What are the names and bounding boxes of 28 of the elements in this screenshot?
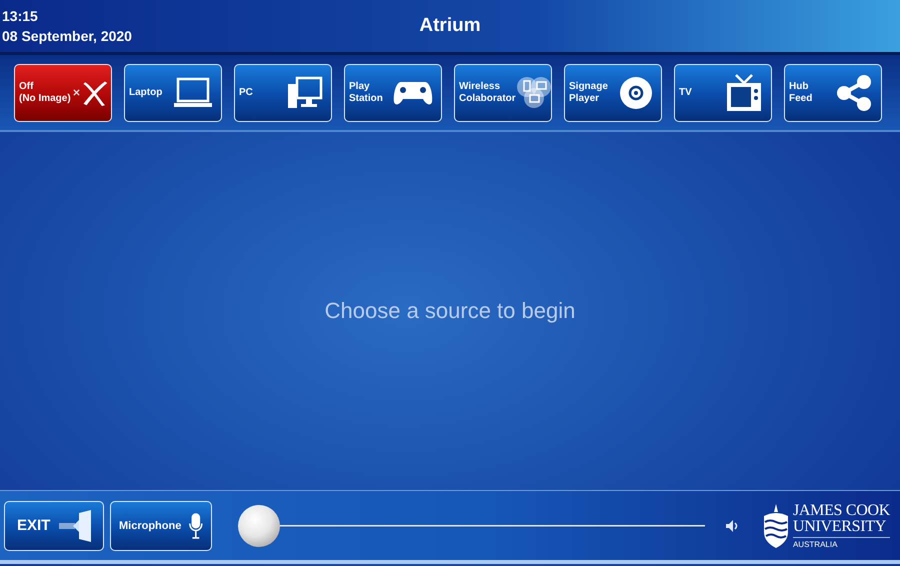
devices-cloud-icon xyxy=(516,76,552,110)
lighthouse-shield-icon xyxy=(762,504,789,548)
gamepad-icon xyxy=(393,80,433,106)
room-title: Atrium xyxy=(419,14,481,37)
time-text: 13:15 xyxy=(2,8,39,24)
logo-text: UNIVERSITY xyxy=(792,518,887,534)
desktop-computer-icon xyxy=(287,76,323,110)
source-button[interactable]: TV xyxy=(674,64,772,122)
microphone-button[interactable]: Microphone xyxy=(110,500,212,550)
source-button[interactable]: Wireless Colaborator xyxy=(454,64,552,122)
slider-thumb[interactable] xyxy=(238,504,280,546)
disc-icon xyxy=(619,76,653,110)
source-button[interactable]: Off (No Image) xyxy=(14,64,112,122)
speaker-icon xyxy=(724,518,739,532)
source-button[interactable]: Signage Player xyxy=(564,64,662,122)
source-button[interactable]: Laptop xyxy=(124,64,222,122)
prompt-text: Choose a source to begin xyxy=(324,298,576,324)
source-button[interactable]: Play Station xyxy=(344,64,442,122)
date-text: 08 September, 2020 xyxy=(2,28,133,44)
laptop-icon xyxy=(173,76,213,108)
share-icon xyxy=(835,74,873,112)
logo-text: JAMES COOK xyxy=(792,502,890,518)
logo-subtitle: AUSTRALIA xyxy=(792,536,890,548)
source-button[interactable]: Hub Feed xyxy=(784,64,882,122)
exit-button[interactable]: EXIT xyxy=(4,500,104,550)
broken-image-icon xyxy=(72,89,80,96)
source-button[interactable]: PC xyxy=(234,64,332,122)
tv-icon xyxy=(725,72,763,112)
